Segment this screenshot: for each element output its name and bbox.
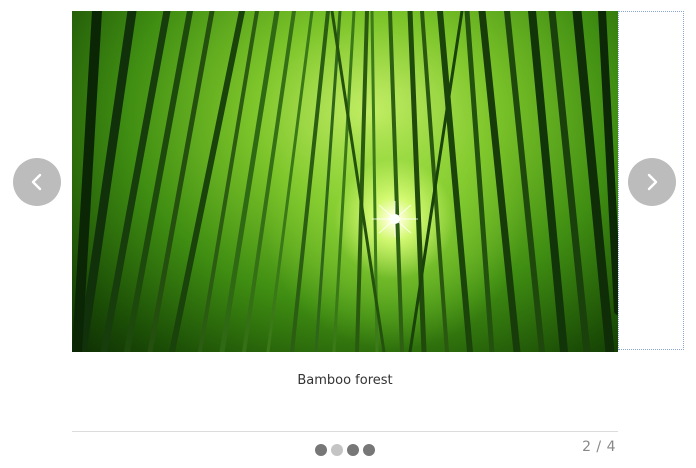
divider	[72, 431, 618, 432]
prev-slide-button[interactable]	[13, 158, 61, 206]
slide-caption: Bamboo forest	[297, 373, 393, 388]
pagination-dot-1[interactable]	[315, 444, 327, 456]
next-slide-button[interactable]	[628, 158, 676, 206]
slide-image	[72, 11, 618, 352]
pagination-dots	[315, 444, 375, 456]
pagination-dot-4[interactable]	[363, 444, 375, 456]
chevron-right-icon	[647, 173, 658, 191]
pagination-dot-2[interactable]	[331, 444, 343, 456]
bamboo-forest-image	[72, 11, 618, 352]
chevron-left-icon	[31, 173, 42, 191]
pagination-dot-3[interactable]	[347, 444, 359, 456]
image-slider: Bamboo forest 2 / 4	[0, 0, 696, 468]
slide-counter: 2 / 4	[582, 439, 616, 455]
